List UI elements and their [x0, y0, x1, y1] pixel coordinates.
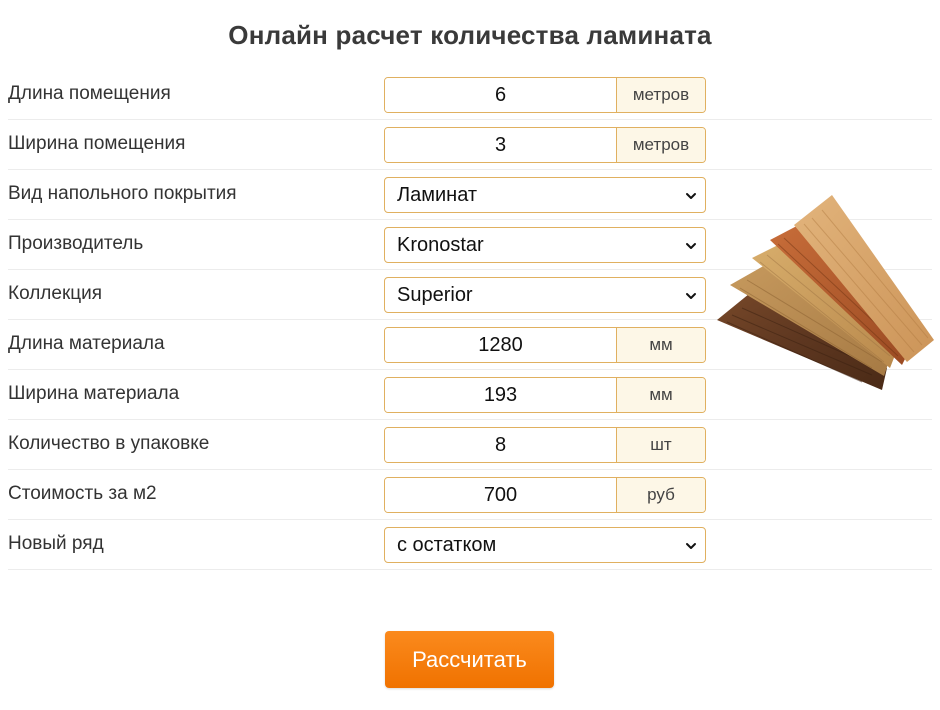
manufacturer-select[interactable]: Kronostar	[384, 227, 706, 263]
room-width-field: метров	[384, 127, 706, 163]
room-length-label: Длина помещения	[8, 83, 171, 104]
pack-quantity-label: Количество в упаковке	[8, 433, 210, 454]
price-per-m2-label: Стоимость за м2	[8, 483, 157, 504]
row-room-length: Длина помещения метров	[8, 70, 932, 120]
material-length-label: Длина материала	[8, 333, 165, 354]
new-row-value: с остатком	[397, 534, 497, 556]
calculate-button[interactable]: Рассчитать	[385, 631, 554, 688]
material-width-field: мм	[384, 377, 706, 413]
room-length-unit: метров	[616, 78, 705, 112]
floor-type-value: Ламинат	[397, 184, 478, 206]
chevron-down-icon	[686, 543, 696, 549]
chevron-down-icon	[686, 293, 696, 299]
row-new-row: Новый ряд с остатком	[8, 520, 932, 570]
chevron-down-icon	[686, 243, 696, 249]
room-length-field: метров	[384, 77, 706, 113]
collection-value: Superior	[397, 284, 473, 306]
manufacturer-value: Kronostar	[397, 234, 484, 256]
price-per-m2-input[interactable]	[385, 478, 616, 512]
new-row-label: Новый ряд	[8, 533, 104, 554]
manufacturer-label: Производитель	[8, 233, 144, 254]
chevron-down-icon	[686, 193, 696, 199]
pack-quantity-input[interactable]	[385, 428, 616, 462]
floor-type-select[interactable]: Ламинат	[384, 177, 706, 213]
material-width-unit: мм	[616, 378, 705, 412]
new-row-select[interactable]: с остатком	[384, 527, 706, 563]
pack-quantity-field: шт	[384, 427, 706, 463]
room-width-unit: метров	[616, 128, 705, 162]
material-width-input[interactable]	[385, 378, 616, 412]
price-per-m2-unit: руб	[616, 478, 705, 512]
row-price-per-m2: Стоимость за м2 руб	[8, 470, 932, 520]
material-length-input[interactable]	[385, 328, 616, 362]
pack-quantity-unit: шт	[616, 428, 705, 462]
collection-select[interactable]: Superior	[384, 277, 706, 313]
page-title: Онлайн расчет количества ламината	[228, 20, 712, 50]
floor-type-label: Вид напольного покрытия	[8, 183, 237, 204]
price-per-m2-field: руб	[384, 477, 706, 513]
row-pack-quantity: Количество в упаковке шт	[8, 420, 932, 470]
room-width-label: Ширина помещения	[8, 133, 186, 154]
room-width-input[interactable]	[385, 128, 616, 162]
collection-label: Коллекция	[8, 283, 103, 304]
row-room-width: Ширина помещения метров	[8, 120, 932, 170]
room-length-input[interactable]	[385, 78, 616, 112]
material-length-field: мм	[384, 327, 706, 363]
material-width-label: Ширина материала	[8, 383, 180, 404]
laminate-samples-image	[717, 195, 934, 390]
material-length-unit: мм	[616, 328, 705, 362]
